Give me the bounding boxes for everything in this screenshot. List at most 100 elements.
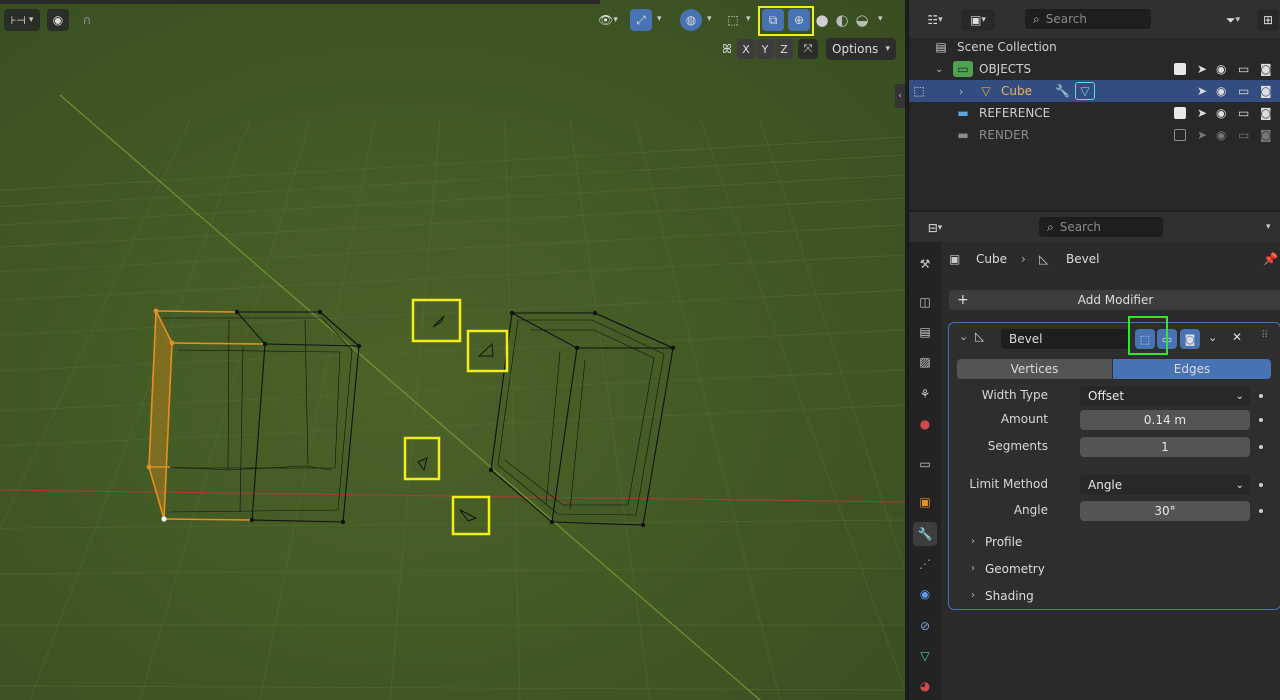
proportional-edit-toggle[interactable]: ◉ xyxy=(47,9,69,31)
modifier-name-field[interactable]: Bevel xyxy=(1001,329,1129,349)
pin-icon[interactable]: 📌 xyxy=(1263,252,1278,266)
properties-editor-icon: ⊟ xyxy=(927,221,938,235)
tab-collection[interactable]: ▭ xyxy=(913,452,937,476)
tab-tool[interactable]: ⚒ xyxy=(913,252,937,276)
tab-render[interactable]: ◫ xyxy=(913,290,937,314)
breadcrumb-modifier[interactable]: Bevel xyxy=(1066,252,1099,266)
display-mode-menu[interactable]: ▣ ▾ xyxy=(961,9,995,31)
amount-field[interactable]: 0.14 m xyxy=(1080,410,1250,430)
options-chevron[interactable]: ▾ xyxy=(1266,222,1271,232)
chevron-down-icon[interactable]: ⌄ xyxy=(1208,331,1217,344)
eye-icon[interactable]: ◉ xyxy=(1216,84,1226,98)
filter-menu[interactable]: ⏷ ▾ xyxy=(1217,9,1249,31)
viewport-scene[interactable] xyxy=(0,0,905,700)
drag-handle-icon[interactable]: ⠿ xyxy=(1261,330,1268,341)
sidebar-toggle-tab[interactable]: ‹ xyxy=(895,84,905,108)
monitor-icon[interactable]: ▭ xyxy=(1238,128,1249,142)
exclude-checkbox[interactable] xyxy=(1174,129,1186,141)
shading-options-chevron[interactable]: ▾ xyxy=(878,14,883,24)
properties-search-input[interactable]: ⌕ Search xyxy=(1039,217,1163,237)
3d-viewport[interactable]: ⊦⊣ ▾ ◉ ∩ 👁 ▾ ⤢ ▾ ◍ ▾ ⬚ ▾ ⧉ ⊕ ● ◐ ◒ ▾ ꕤ X… xyxy=(0,0,905,700)
editor-type-menu[interactable]: ☷ ▾ xyxy=(919,9,951,31)
snap-menu[interactable]: ⊦⊣ ▾ xyxy=(4,9,40,31)
select-cursor-icon[interactable]: ➤ xyxy=(1197,128,1207,142)
subpanel-shading[interactable]: Shading xyxy=(985,589,1034,603)
keyframe-dot[interactable] xyxy=(1259,509,1263,513)
wrench-icon[interactable]: 🔧 xyxy=(1055,84,1070,98)
keyframe-dot[interactable] xyxy=(1259,394,1263,398)
tab-particles[interactable]: ⋰ xyxy=(913,552,937,576)
monitor-icon[interactable]: ▭ xyxy=(1238,62,1249,76)
tab-constraints[interactable]: ⊘ xyxy=(913,614,937,638)
chevron-right-icon[interactable]: › xyxy=(959,85,963,98)
monitor-icon[interactable]: ▭ xyxy=(1238,84,1249,98)
camera-icon[interactable]: ◙ xyxy=(1260,62,1272,76)
chevron-right-icon[interactable]: › xyxy=(971,563,975,574)
outliner-row-scene-collection[interactable]: ▤ Scene Collection xyxy=(909,36,1280,58)
mesh-data-icon[interactable]: ▽ xyxy=(1075,82,1095,100)
subpanel-profile[interactable]: Profile xyxy=(985,535,1022,549)
eye-icon[interactable]: ◉ xyxy=(1216,128,1226,142)
auto-merge-toggle[interactable]: ⤧ xyxy=(798,39,818,59)
camera-icon[interactable]: ◙ xyxy=(1260,128,1272,142)
keyframe-dot[interactable] xyxy=(1259,418,1263,422)
mirror-x-button[interactable]: X xyxy=(737,39,755,59)
add-modifier-button[interactable]: + Add Modifier xyxy=(949,290,1280,310)
mirror-y-button[interactable]: Y xyxy=(756,39,774,59)
tab-output[interactable]: ▤ xyxy=(913,320,937,344)
tab-view-layer[interactable]: ▨ xyxy=(913,350,937,374)
tab-physics[interactable]: ◉ xyxy=(913,582,937,606)
mirror-z-button[interactable]: Z xyxy=(775,39,793,59)
tab-scene[interactable]: ⚘ xyxy=(913,382,937,406)
camera-icon[interactable]: ◙ xyxy=(1260,84,1272,98)
chevron-down-icon[interactable]: ⌄ xyxy=(935,64,943,75)
mesh-edit-overlay-toggle[interactable]: ⬚ xyxy=(722,9,744,31)
select-cursor-icon[interactable]: ➤ xyxy=(1197,106,1207,120)
tab-object[interactable]: ▣ xyxy=(913,490,937,514)
tab-data[interactable]: ▽ xyxy=(913,644,937,668)
tab-world[interactable]: ● xyxy=(913,412,937,436)
close-icon[interactable]: ✕ xyxy=(1232,330,1242,344)
tab-edges[interactable]: Edges xyxy=(1113,359,1271,379)
render-toggle[interactable]: ◙ xyxy=(1180,329,1200,349)
exclude-checkbox[interactable] xyxy=(1174,107,1186,119)
limit-method-dropdown[interactable]: Angle ⌄ xyxy=(1080,475,1250,495)
shading-material-button[interactable]: ◐ xyxy=(832,9,852,31)
falloff-menu[interactable]: ∩ xyxy=(72,9,102,31)
chevron-right-icon[interactable]: › xyxy=(971,590,975,601)
tab-modifiers[interactable]: 🔧 xyxy=(913,522,937,546)
shading-solid-button[interactable]: ● xyxy=(812,9,832,31)
select-cursor-icon[interactable]: ➤ xyxy=(1197,62,1207,76)
mirror-toggle[interactable]: ꕤ xyxy=(717,39,737,59)
keyframe-dot[interactable] xyxy=(1259,445,1263,449)
shading-rendered-button[interactable]: ◒ xyxy=(852,9,872,31)
keyframe-dot[interactable] xyxy=(1259,483,1263,487)
angle-field[interactable]: 30° xyxy=(1080,501,1250,521)
outliner-row-objects[interactable]: ⌄ ▭ OBJECTS ➤ ◉ ▭ ◙ xyxy=(909,58,1280,80)
outliner-row-cube[interactable]: ⬚ › ▽ Cube 🔧 ▽ ➤ ◉ ▭ ◙ xyxy=(909,80,1280,102)
outliner-editor-icon: ☷ xyxy=(927,13,939,27)
subpanel-geometry[interactable]: Geometry xyxy=(985,562,1045,576)
outliner-row-reference[interactable]: ▬ REFERENCE ➤ ◉ ▭ ◙ xyxy=(909,102,1280,124)
eye-icon[interactable]: ◉ xyxy=(1216,62,1226,76)
segments-field[interactable]: 1 xyxy=(1080,437,1250,457)
options-menu[interactable]: Options ▾ xyxy=(826,38,896,60)
chevron-right-icon[interactable]: › xyxy=(971,536,975,547)
width-type-dropdown[interactable]: Offset ⌄ xyxy=(1080,386,1250,406)
tab-vertices[interactable]: Vertices xyxy=(957,359,1112,379)
camera-icon[interactable]: ◙ xyxy=(1260,106,1272,120)
tab-material[interactable]: ◕ xyxy=(913,674,937,698)
eye-icon[interactable]: ◉ xyxy=(1216,106,1226,120)
select-cursor-icon[interactable]: ➤ xyxy=(1197,84,1207,98)
chevron-down-icon[interactable]: ⌄ xyxy=(959,330,968,343)
breadcrumb-object[interactable]: Cube xyxy=(976,252,1007,266)
new-collection-button[interactable]: ⊞ xyxy=(1257,9,1279,31)
overlays-toggle[interactable]: ◍ xyxy=(680,9,702,31)
editor-type-menu[interactable]: ⊟ ▾ xyxy=(919,217,951,239)
outliner-row-render[interactable]: ▬ RENDER ➤ ◉ ▭ ◙ xyxy=(909,124,1280,146)
gizmo-toggle[interactable]: ⤢ xyxy=(630,9,652,31)
exclude-checkbox[interactable] xyxy=(1174,63,1186,75)
visibility-menu[interactable]: 👁 ▾ xyxy=(592,9,624,31)
outliner-search-input[interactable]: ⌕ Search xyxy=(1025,9,1151,29)
monitor-icon[interactable]: ▭ xyxy=(1238,106,1249,120)
